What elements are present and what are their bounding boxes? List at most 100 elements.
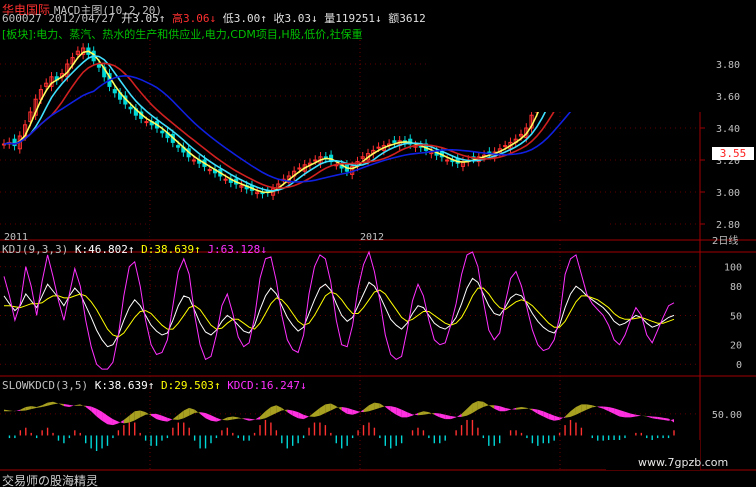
kdcd-band bbox=[385, 406, 391, 412]
kdj-axis-label: 100 bbox=[724, 263, 742, 274]
kdcd-band bbox=[586, 404, 593, 410]
kdcd-band bbox=[559, 416, 566, 420]
kdcd-band bbox=[548, 413, 555, 421]
kdj-panel bbox=[3, 250, 675, 370]
footer-text: 交易师の股海精灵 bbox=[2, 474, 99, 487]
kdj-k-value: K:46.802 bbox=[74, 243, 128, 256]
kdcd-band bbox=[276, 405, 282, 414]
kdcd-band bbox=[118, 419, 124, 424]
kdcd-band bbox=[91, 406, 97, 417]
kdcd-band bbox=[183, 407, 190, 419]
kdj-axis-label: 20 bbox=[730, 341, 742, 352]
kdcd-band bbox=[624, 411, 631, 418]
kdcd-band bbox=[243, 418, 250, 421]
high-label: 高 bbox=[171, 12, 183, 25]
kdcd-band bbox=[488, 405, 495, 409]
kdcd-band bbox=[325, 403, 331, 414]
kdcd-band bbox=[178, 410, 184, 420]
kdcd-band bbox=[363, 405, 369, 413]
kdcd-band bbox=[96, 408, 103, 421]
kdcd-band bbox=[20, 406, 26, 411]
kdcd-band bbox=[189, 407, 195, 416]
period-label[interactable]: 2日线 bbox=[712, 232, 738, 247]
kdj-d-value: D:38.639 bbox=[141, 243, 195, 256]
kdcd-band bbox=[657, 416, 664, 420]
kdcd-band bbox=[565, 411, 571, 418]
kdcd-band bbox=[537, 409, 544, 417]
kdcd-band bbox=[499, 406, 506, 412]
kdcd-band bbox=[74, 404, 81, 406]
price-axis-label: 3.00 bbox=[716, 188, 740, 199]
kdcd-band bbox=[172, 414, 179, 420]
kdcd-band bbox=[330, 403, 337, 411]
kdcd-band bbox=[227, 416, 233, 421]
kdcd-band bbox=[85, 405, 92, 412]
kdcd-band bbox=[532, 408, 538, 414]
kdcd-band bbox=[314, 407, 320, 417]
down-arrow-icon: ↑ bbox=[158, 12, 166, 25]
up-arrow-icon: ↑ bbox=[260, 12, 267, 25]
kdcd-band bbox=[129, 411, 135, 423]
kdcd-band bbox=[445, 414, 451, 420]
kdcd-band bbox=[298, 412, 304, 420]
kdcd-band bbox=[161, 415, 168, 422]
slow-axis-label: 50.00 bbox=[712, 410, 742, 421]
down-arrow-icon: ↓ bbox=[310, 12, 318, 25]
kdcd-band bbox=[368, 402, 375, 412]
candle-body bbox=[160, 130, 165, 134]
occlusion-block bbox=[430, 0, 756, 112]
kdcd-band bbox=[25, 406, 32, 411]
candle-body bbox=[191, 159, 196, 162]
kdcd-band bbox=[477, 400, 484, 410]
kdcd-band bbox=[287, 409, 293, 416]
kdcd-band bbox=[167, 417, 173, 422]
kdcd-band bbox=[336, 406, 342, 411]
kdcd-band bbox=[668, 418, 674, 423]
down-arrow-icon: ↓ bbox=[374, 12, 382, 25]
kdcd-band bbox=[510, 407, 517, 410]
kdcd-band bbox=[58, 403, 64, 407]
amount-value: 3612 bbox=[399, 12, 426, 25]
kdcd-band bbox=[417, 411, 424, 416]
kdcd-band bbox=[249, 418, 255, 421]
current-price-tag: 3.55 bbox=[712, 147, 754, 160]
up-arrow-icon: ↑ bbox=[213, 379, 221, 392]
kdcd-band bbox=[112, 419, 119, 426]
kdcd-band bbox=[80, 404, 86, 407]
kdcd-band bbox=[423, 411, 429, 415]
kdcd-band bbox=[292, 410, 299, 419]
price-axis-label: 3.80 bbox=[716, 60, 740, 71]
kdcd-band bbox=[428, 412, 435, 415]
kdcd-band bbox=[347, 407, 353, 415]
kdcd-band bbox=[254, 416, 261, 420]
candle-body bbox=[503, 145, 508, 148]
kdcd-band bbox=[107, 415, 113, 426]
header-quote-line: 600027 2012/04/27 开3.05↑ 高3.06↓ 低3.00↑ 收… bbox=[2, 12, 426, 25]
kdcd-band bbox=[63, 403, 70, 407]
close-value: 3.03 bbox=[284, 12, 311, 25]
kdcd-band bbox=[543, 411, 549, 420]
kdcd-band bbox=[140, 410, 146, 418]
kdj-indicator-name[interactable]: KDJ(9,3,3) bbox=[2, 243, 68, 256]
kdcd-band bbox=[31, 406, 37, 410]
slow-indicator-name[interactable]: SLOWKDCD(3,5) bbox=[2, 379, 88, 392]
slowkdcd-panel bbox=[4, 400, 700, 470]
price-axis-label: 2.80 bbox=[716, 220, 740, 231]
kdcd-band bbox=[652, 416, 658, 420]
price-axis-label: 3.60 bbox=[716, 92, 740, 103]
kdj-j-value: J:63.128 bbox=[207, 243, 261, 256]
current-price-value: 3.55 bbox=[719, 147, 747, 160]
candle-body bbox=[112, 89, 117, 94]
price-axis-label: 3.40 bbox=[716, 124, 740, 135]
sector-line[interactable]: [板块]:电力、蒸汽、热水的生产和供应业,电力,CDM项目,H股,低价,社保重 bbox=[2, 26, 363, 42]
kdcd-band bbox=[265, 406, 271, 419]
kdj-header: KDJ(9,3,3) K:46.802↑ D:38.639↑ J:63.128↓ bbox=[2, 243, 267, 256]
kdcd-band bbox=[358, 409, 364, 414]
kdcd-band bbox=[597, 406, 604, 409]
kdcd-band bbox=[9, 410, 15, 412]
kdcd-band bbox=[303, 414, 310, 420]
stock-code: 600027 bbox=[2, 12, 42, 25]
candle-body bbox=[128, 106, 133, 110]
kdcd-band bbox=[483, 401, 489, 407]
volume-value: 119251 bbox=[335, 12, 375, 25]
